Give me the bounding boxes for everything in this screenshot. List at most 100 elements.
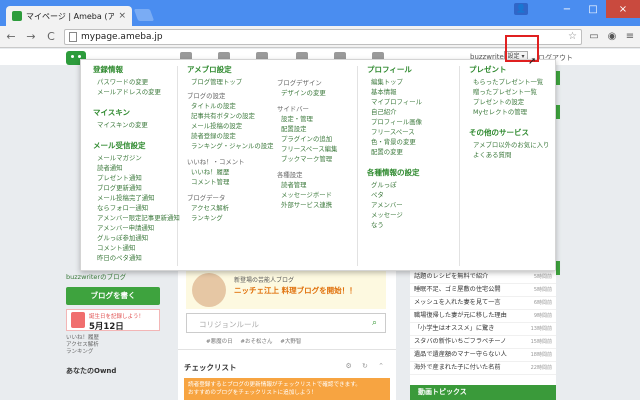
news-text[interactable]: 話題のレシピを無料で紹介 (414, 273, 488, 280)
menu-item[interactable]: グルっぽ (367, 180, 422, 190)
news-item[interactable]: 遺品で遺産額のマナー守らない人 18時間前 (410, 349, 556, 362)
birthday-box[interactable]: 誕生日を記録しよう！ 5月12日 (66, 309, 160, 332)
url-text[interactable]: mypage.ameba.jp (81, 32, 564, 42)
menu-item[interactable]: アメンバー限定記事更新通知 (93, 213, 180, 223)
menu-item[interactable]: ペタ (367, 190, 422, 200)
menu-item[interactable]: マイプロフィール (367, 97, 422, 107)
menu-item[interactable]: 配置の変更 (367, 147, 422, 157)
blog-link[interactable]: buzzwriterのブログ (66, 271, 166, 281)
menu-item[interactable]: 基本情報 (367, 87, 422, 97)
menu-item[interactable]: 読者登録の設定 (187, 131, 274, 141)
menu-item[interactable]: プラグインの追加 (277, 134, 337, 144)
news-text[interactable]: 海外で産まれた子に付いた名前 (414, 364, 501, 371)
menu-item[interactable]: ならフォロー通知 (93, 203, 180, 213)
new-tab-button[interactable] (133, 9, 155, 21)
news-item[interactable]: メッシュを入れた妻を見て一言 6時間前 (410, 297, 556, 310)
maximize-button[interactable]: □ (580, 0, 606, 18)
menu-item[interactable]: ブログ管理トップ (187, 77, 274, 87)
menu-item[interactable]: 色・背景の変更 (367, 137, 422, 147)
menu-item[interactable]: 読者管理 (277, 180, 337, 190)
minimize-button[interactable]: − (554, 0, 580, 18)
menu-item[interactable]: アメンバー (367, 200, 422, 210)
news-text[interactable]: 職場復帰した妻が元に移した理由 (414, 312, 507, 319)
menu-item[interactable]: アクセス解析 (187, 203, 274, 213)
menu-item[interactable]: アメンバー申請通知 (93, 223, 180, 233)
stat-ranking[interactable]: ランキング (66, 349, 166, 356)
menu-item[interactable]: 贈ったプレゼント一覧 (469, 87, 549, 97)
news-text[interactable]: メッシュを入れた妻を見て一言 (414, 299, 501, 306)
cast-icon[interactable]: ▭ (588, 31, 600, 43)
news-item[interactable]: 話題のレシピを無料で紹介 5時間前 (410, 271, 556, 284)
new-blog-banner[interactable]: 新登場の芸能人ブログ ニッチェ江上 料理ブログを開始！！ (186, 271, 386, 309)
menu-item[interactable]: メールアドレスの変更 (93, 87, 180, 97)
side-tab[interactable] (556, 71, 560, 85)
side-tab[interactable] (556, 261, 560, 275)
news-text[interactable]: 「小学生はオススメ」に驚き (414, 325, 494, 332)
menu-item[interactable]: 記事共有ボタンの設定 (187, 111, 274, 121)
menu-item[interactable]: 自己紹介 (367, 107, 422, 117)
forward-button[interactable]: → (24, 30, 38, 44)
menu-item[interactable]: Myセレクトの管理 (469, 107, 549, 117)
menu-item[interactable]: ランキング・ジャンルの設定 (187, 141, 274, 151)
tab-close-icon[interactable]: × (118, 11, 126, 21)
news-text[interactable]: 睡眠不足、ゴミ屋敷の住宅公開 (414, 286, 501, 293)
stat-likes[interactable]: いいね！履歴 (66, 335, 166, 342)
menu-item[interactable]: メール投稿の設定 (187, 121, 274, 131)
menu-item[interactable]: グルっぽ参加通知 (93, 233, 180, 243)
menu-item[interactable]: ブックマーク管理 (277, 154, 337, 164)
tag-link[interactable]: #おそ松さん (240, 339, 272, 345)
menu-item[interactable]: パスワードの変更 (93, 77, 180, 87)
menu-item[interactable]: アメブロ以外のお気に入り (469, 140, 549, 150)
search-icon[interactable]: ⌕ (372, 318, 377, 328)
menu-item[interactable]: プレゼントの設定 (469, 97, 549, 107)
news-text[interactable]: 遺品で遺産額のマナー守らない人 (414, 351, 507, 358)
menu-item[interactable]: メールマガジン (93, 153, 180, 163)
menu-item[interactable]: コメント管理 (187, 177, 274, 187)
tag-link[interactable]: #悪魔の日 (206, 339, 233, 345)
menu-item[interactable]: マイスキンの変更 (93, 120, 180, 130)
news-item[interactable]: 職場復帰した妻が元に移した理由 9時間前 (410, 310, 556, 323)
menu-item[interactable]: 昨日のペタ通知 (93, 253, 180, 263)
menu-item[interactable]: メッセージボード (277, 190, 337, 200)
browser-tab[interactable]: マイページ | Ameba (アメーバ) × (6, 6, 132, 26)
search-input[interactable]: コリジョンルール ⌕ (186, 313, 386, 333)
news-item[interactable]: 睡眠不足、ゴミ屋敷の住宅公開 5時間前 (410, 284, 556, 297)
menu-item[interactable]: 外部サービス連携 (277, 200, 337, 210)
menu-item[interactable]: いいね！履歴 (187, 167, 274, 177)
menu-item[interactable]: なう (367, 220, 422, 230)
stat-access[interactable]: アクセス解析 (66, 342, 166, 349)
tag-link[interactable]: #大野智 (280, 339, 301, 345)
menu-item[interactable]: プレゼント通知 (93, 173, 180, 183)
menu-item[interactable]: デザインの変更 (277, 88, 337, 98)
news-text[interactable]: スタバの新作いちごフラペチーノ (414, 338, 506, 345)
menu-item[interactable]: フリースペース編集 (277, 144, 337, 154)
browser-user-icon[interactable]: 👤 (514, 3, 528, 15)
menu-item[interactable]: 配置設定 (277, 124, 337, 134)
menu-item[interactable]: もらったプレゼント一覧 (469, 77, 549, 87)
camera-icon[interactable]: ◉ (606, 31, 618, 43)
checklist-controls[interactable]: ⚙ ↻ ⌃ (346, 362, 388, 370)
menu-item[interactable]: ランキング (187, 213, 274, 223)
menu-item[interactable]: プロフィール画像 (367, 117, 422, 127)
menu-item[interactable]: ブログ更新通知 (93, 183, 180, 193)
menu-item[interactable]: 設定・管理 (277, 114, 337, 124)
menu-item[interactable]: フリースペース (367, 127, 422, 137)
reload-button[interactable]: C (44, 30, 58, 44)
back-button[interactable]: ← (4, 30, 18, 44)
bookmark-star-icon[interactable]: ☆ (568, 31, 577, 42)
menu-item[interactable]: コメント通知 (93, 243, 180, 253)
side-tab[interactable] (556, 105, 560, 119)
menu-item[interactable]: 編集トップ (367, 77, 422, 87)
menu-item[interactable]: メッセージ (367, 210, 422, 220)
news-item[interactable]: 「小学生はオススメ」に驚き 13時間前 (410, 323, 556, 336)
write-blog-button[interactable]: ブログを書く (66, 287, 160, 305)
menu-icon[interactable]: ≡ (624, 31, 636, 43)
menu-item[interactable]: よくある質問 (469, 150, 549, 160)
menu-item[interactable]: 読者通知 (93, 163, 180, 173)
new-blog-title[interactable]: ニッチェ江上 料理ブログを開始！！ (234, 285, 357, 296)
news-item[interactable]: スタバの新作いちごフラペチーノ 15時間前 (410, 336, 556, 349)
news-item[interactable]: 海外で産まれた子に付いた名前 22時間前 (410, 362, 556, 375)
close-window-button[interactable]: × (606, 0, 640, 18)
menu-item[interactable]: タイトルの設定 (187, 101, 274, 111)
menu-item[interactable]: メール投稿完了通知 (93, 193, 180, 203)
